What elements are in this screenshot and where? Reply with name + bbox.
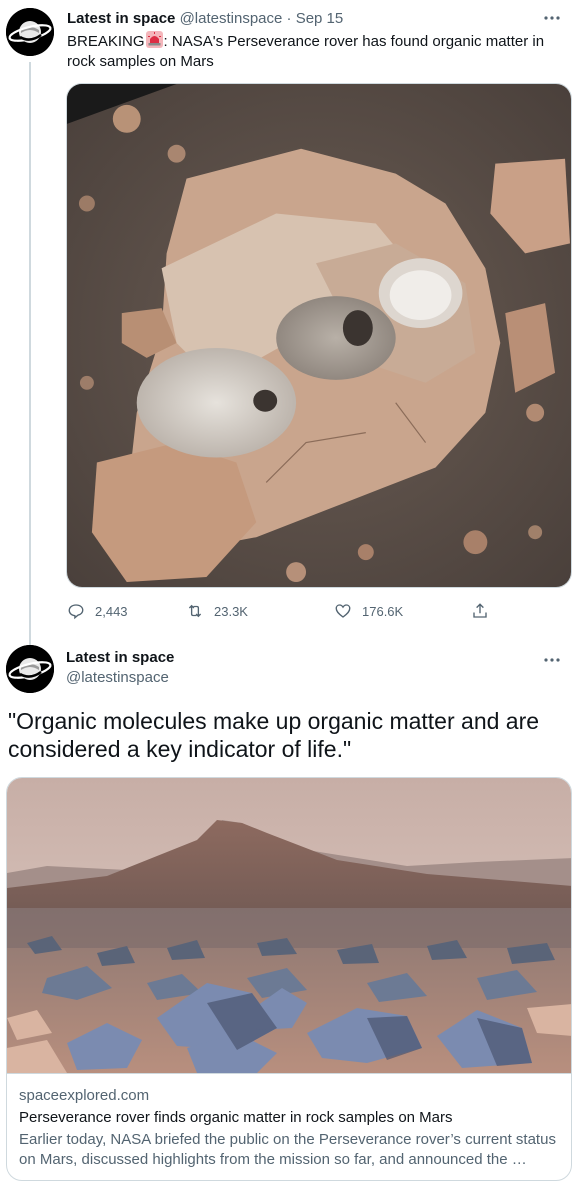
mars-landscape-photo bbox=[7, 778, 571, 1073]
tweet-actions-bar: 2,443 23.3K 176.6K bbox=[67, 600, 507, 622]
more-horizontal-icon bbox=[544, 16, 560, 20]
thread-connector-line bbox=[29, 62, 31, 645]
tweet-text: BREAKING : NASA's Perseverance rover has… bbox=[67, 31, 557, 72]
mars-rock-samples-photo bbox=[67, 84, 571, 587]
more-options-button[interactable] bbox=[542, 8, 562, 28]
tweet-media-image[interactable] bbox=[66, 83, 572, 588]
planet-logo-icon bbox=[6, 8, 54, 56]
separator-dot: · bbox=[286, 10, 292, 27]
handle[interactable]: @latestinspace bbox=[66, 669, 169, 687]
link-preview-text[interactable]: spaceexplored.com Perseverance rover fin… bbox=[7, 1073, 571, 1170]
reply-icon bbox=[68, 604, 84, 620]
retweet-count: 23.3K bbox=[214, 603, 248, 619]
tweet-header: Latest in space @latestinspace · Sep 15 bbox=[67, 10, 343, 28]
link-preview-image[interactable] bbox=[7, 778, 571, 1073]
more-horizontal-icon bbox=[544, 658, 560, 662]
link-domain: spaceexplored.com bbox=[19, 1087, 150, 1104]
link-description: Earlier today, NASA briefed the public o… bbox=[19, 1131, 556, 1168]
display-name[interactable]: Latest in space bbox=[67, 10, 175, 27]
tweet-text: "Organic molecules make up organic matte… bbox=[8, 708, 540, 762]
rotating-light-icon bbox=[145, 31, 163, 48]
tweet-text-breaking: BREAKING bbox=[67, 33, 145, 50]
like-count: 176.6K bbox=[362, 603, 404, 619]
like-button[interactable]: 176.6K bbox=[334, 600, 403, 622]
planet-logo-icon bbox=[6, 645, 54, 693]
more-options-button[interactable] bbox=[542, 650, 562, 670]
reply-count: 2,443 bbox=[95, 603, 128, 619]
reply-button[interactable]: 2,443 bbox=[67, 600, 128, 622]
heart-icon bbox=[335, 604, 351, 618]
share-button[interactable] bbox=[471, 600, 499, 622]
retweet-icon bbox=[188, 604, 202, 618]
share-icon bbox=[473, 603, 487, 618]
avatar[interactable] bbox=[6, 8, 54, 56]
link-title: Perseverance rover finds organic matter … bbox=[19, 1109, 453, 1126]
display-name[interactable]: Latest in space bbox=[66, 649, 174, 667]
tweet-date[interactable]: Sep 15 bbox=[296, 10, 344, 27]
avatar[interactable] bbox=[6, 645, 54, 693]
retweet-button[interactable]: 23.3K bbox=[186, 600, 248, 622]
link-preview-card[interactable]: spaceexplored.com Perseverance rover fin… bbox=[6, 777, 572, 1181]
handle[interactable]: @latestinspace bbox=[180, 10, 283, 27]
